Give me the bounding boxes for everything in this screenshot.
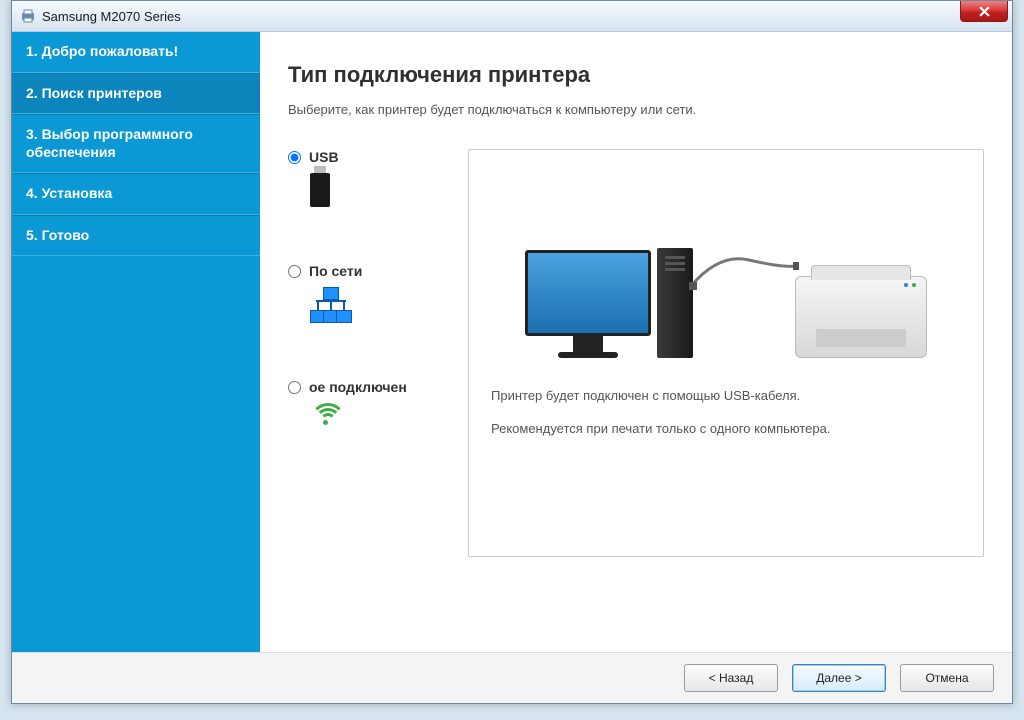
option-usb-label: USB — [309, 149, 339, 165]
printer-app-icon — [20, 8, 36, 24]
usb-icon — [310, 173, 438, 207]
illustration-panel: Принтер будет подключен с помощью USB-ка… — [468, 149, 984, 557]
connection-diagram — [491, 188, 961, 358]
monitor-icon — [525, 250, 651, 358]
sidebar-step-welcome[interactable]: 1. Добро пожаловать! — [12, 32, 260, 73]
option-usb[interactable]: USB — [288, 149, 438, 207]
wizard-sidebar: 1. Добро пожаловать! 2. Поиск принтеров … — [12, 32, 260, 652]
sidebar-step-label: 2. Поиск принтеров — [26, 85, 162, 101]
titlebar[interactable]: Samsung M2070 Series — [12, 1, 1012, 32]
sidebar-step-done[interactable]: 5. Готово — [12, 215, 260, 257]
option-wireless-label: ое подключен — [309, 379, 407, 395]
sidebar-step-label: 3. Выбор программного обеспечения — [26, 126, 193, 160]
sidebar-step-software[interactable]: 3. Выбор программного обеспечения — [12, 114, 260, 173]
sidebar-step-label: 4. Установка — [26, 185, 112, 201]
cancel-button[interactable]: Отмена — [900, 664, 994, 692]
printer-icon — [795, 276, 927, 358]
next-button-label: Далее > — [816, 671, 862, 685]
option-network[interactable]: По сети — [288, 263, 438, 323]
installer-window: Samsung M2070 Series 1. Добро пожаловать… — [11, 0, 1013, 704]
sidebar-step-search[interactable]: 2. Поиск принтеров — [12, 73, 260, 115]
sidebar-step-label: 5. Готово — [26, 227, 89, 243]
close-button[interactable] — [960, 1, 1008, 22]
back-button-label: < Назад — [709, 671, 754, 685]
sidebar-step-install[interactable]: 4. Установка — [12, 173, 260, 215]
computer-tower-icon — [657, 248, 693, 358]
radio-network[interactable] — [288, 265, 301, 278]
back-button[interactable]: < Назад — [684, 664, 778, 692]
sidebar-step-label: 1. Добро пожаловать! — [26, 43, 178, 59]
option-network-label: По сети — [309, 263, 362, 279]
page-subtitle: Выберите, как принтер будет подключаться… — [288, 102, 984, 117]
page-title: Тип подключения принтера — [288, 62, 984, 88]
next-button[interactable]: Далее > — [792, 664, 886, 692]
main-panel: Тип подключения принтера Выберите, как п… — [260, 32, 1012, 652]
option-description: Принтер будет подключен с помощью USB-ка… — [491, 384, 961, 441]
description-line: Рекомендуется при печати только с одного… — [491, 417, 961, 440]
usb-cable-icon — [689, 248, 799, 298]
description-line: Принтер будет подключен с помощью USB-ка… — [491, 384, 961, 407]
wizard-footer: < Назад Далее > Отмена — [12, 652, 1012, 703]
cancel-button-label: Отмена — [925, 671, 968, 685]
radio-usb[interactable] — [288, 151, 301, 164]
connection-options: USB По сети — [288, 149, 438, 485]
network-icon — [310, 287, 438, 323]
option-wireless[interactable]: ое подключен — [288, 379, 438, 429]
radio-wireless[interactable] — [288, 381, 301, 394]
close-icon — [979, 6, 990, 17]
wifi-icon — [310, 403, 438, 429]
window-title: Samsung M2070 Series — [42, 9, 181, 24]
